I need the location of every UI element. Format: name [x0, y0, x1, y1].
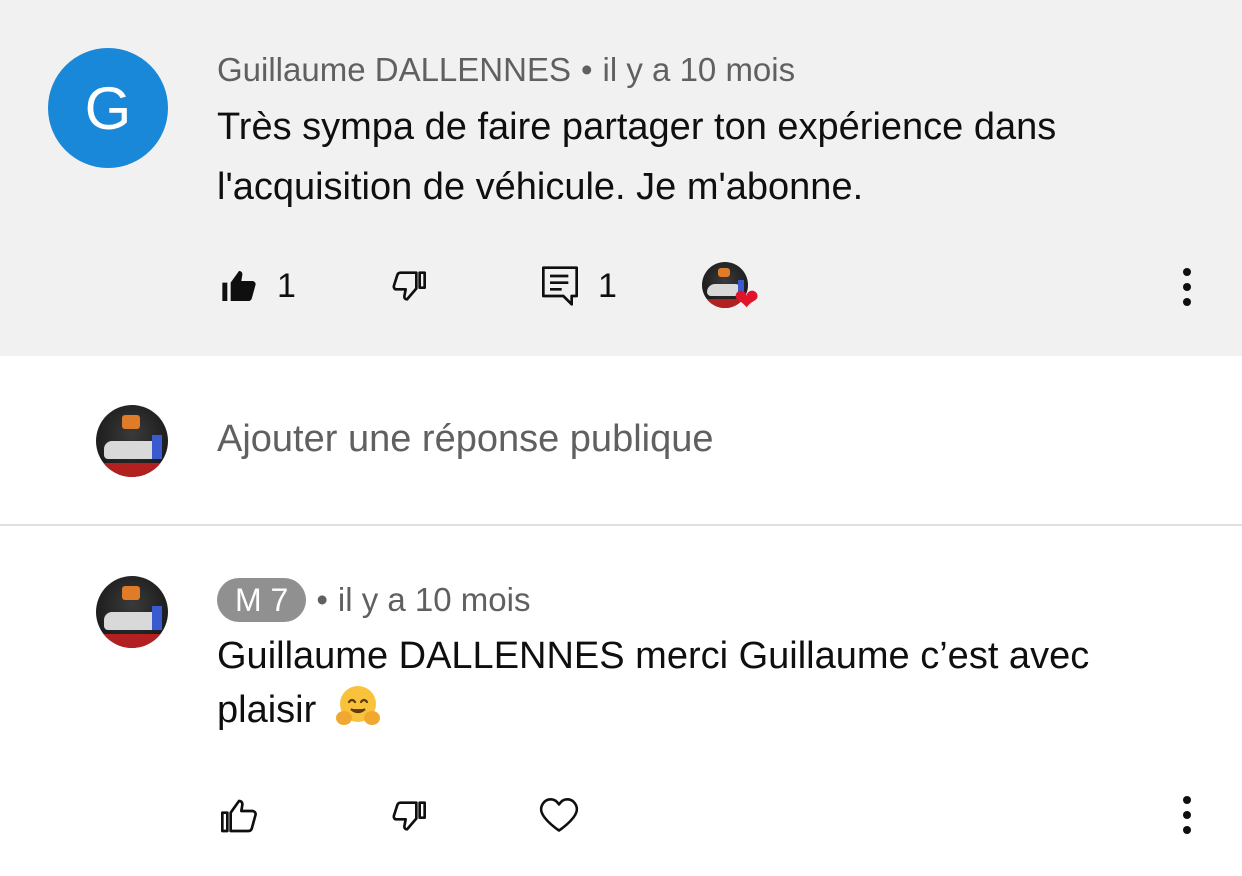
- thumbs-up-filled-icon: [222, 271, 256, 301]
- hugging-face-emoji: [335, 686, 380, 725]
- highlighted-comment: G Guillaume DALLENNES • il y a 10 mois T…: [0, 0, 1242, 356]
- heart-outline-icon: [539, 798, 579, 832]
- reply-count: 1: [598, 266, 617, 305]
- reply-dislike-button[interactable]: [388, 794, 428, 838]
- more-vertical-icon[interactable]: [1167, 790, 1207, 840]
- meta-separator: •: [316, 581, 328, 618]
- comment-text-line: l'acquisition de véhicule. Je m'abonne.: [217, 166, 864, 208]
- more-vertical-icon[interactable]: [1167, 262, 1207, 312]
- comment-body: Très sympa de faire partager ton expérie…: [217, 97, 1177, 217]
- comment-thread: G Guillaume DALLENNES • il y a 10 mois T…: [0, 0, 1242, 876]
- comment-author[interactable]: Guillaume DALLENNES: [217, 51, 571, 89]
- reply-time: il y a 10 mois: [337, 581, 531, 618]
- author-avatar[interactable]: G: [48, 48, 168, 168]
- reply-body: Guillaume DALLENNES merci Guillaume c’es…: [217, 630, 1177, 736]
- reply-meta: M 7 • il y a 10 mois: [217, 576, 530, 624]
- reply-text-line-2: plaisir: [217, 682, 1177, 736]
- reply-button[interactable]: 1: [540, 264, 617, 308]
- like-count: 1: [277, 266, 296, 305]
- reply-heart-button[interactable]: [537, 792, 581, 836]
- avatar-letter: G: [84, 74, 132, 142]
- thumbs-down-icon: [392, 271, 426, 301]
- comment-meta: Guillaume DALLENNES • il y a 10 mois: [217, 48, 795, 92]
- reply-input[interactable]: Ajouter une réponse publique: [217, 418, 714, 461]
- comment-icon: [542, 266, 578, 306]
- dislike-button[interactable]: [388, 264, 428, 308]
- reply-text-line: plaisir: [217, 689, 317, 731]
- current-user-avatar: [96, 405, 168, 477]
- like-button[interactable]: 1: [219, 264, 296, 308]
- reply-like-button[interactable]: [219, 794, 259, 838]
- reply-author-chip[interactable]: M 7: [217, 578, 307, 622]
- meta-separator: •: [580, 51, 593, 88]
- thumbs-up-icon: [221, 799, 257, 833]
- creator-heart: ❤: [702, 262, 766, 316]
- heart-icon: ❤: [734, 284, 760, 317]
- reply-author-avatar[interactable]: [96, 576, 168, 648]
- comment-text-line: Très sympa de faire partager ton expérie…: [217, 106, 1057, 148]
- divider: [0, 524, 1242, 526]
- comment-time: il y a 10 mois: [602, 51, 796, 88]
- thumbs-down-icon: [392, 801, 426, 831]
- reply-text-line: Guillaume DALLENNES merci Guillaume c’es…: [217, 635, 1090, 677]
